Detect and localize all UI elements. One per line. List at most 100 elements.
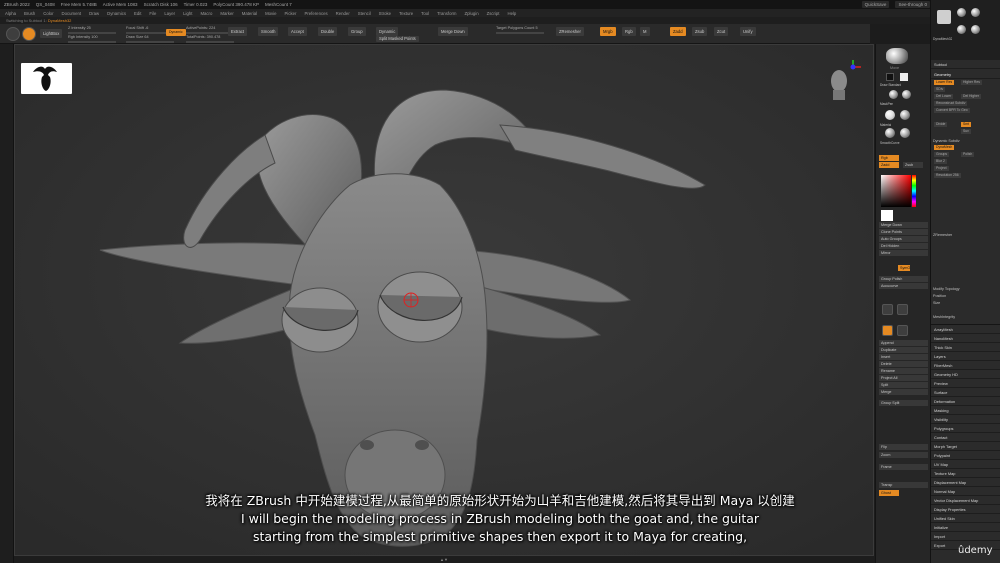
menu-preferences[interactable]: Preferences bbox=[304, 11, 327, 16]
insert-button[interactable]: Insert bbox=[879, 354, 928, 360]
menu-dynamics[interactable]: Dynamics bbox=[107, 11, 126, 16]
smoothcurve-icon[interactable] bbox=[885, 128, 895, 138]
menu-movie[interactable]: Movie bbox=[265, 11, 276, 16]
menu-material[interactable]: Material bbox=[242, 11, 257, 16]
orientation-head-icon[interactable] bbox=[827, 59, 863, 109]
polymesh-thumb-icon[interactable] bbox=[957, 25, 966, 34]
cylinder-thumb-icon[interactable] bbox=[971, 8, 980, 17]
alpha-thumb-icon[interactable] bbox=[886, 73, 894, 81]
zcut-button[interactable]: Zcut bbox=[714, 27, 729, 36]
dynamic-toggle[interactable]: Dynamic bbox=[166, 29, 186, 36]
dynamesh-thumb-icon[interactable] bbox=[937, 10, 951, 24]
extract-button[interactable]: Extract bbox=[228, 27, 248, 36]
rgb-intensity-slider[interactable]: Rgb Intensity 100 bbox=[68, 35, 116, 43]
menu-zscript[interactable]: Zscript bbox=[487, 11, 500, 16]
panel-texture-map[interactable]: Texture Map bbox=[931, 469, 1000, 478]
menu-marker[interactable]: Marker bbox=[220, 11, 233, 16]
sdiv-slider[interactable]: SDiv bbox=[934, 87, 946, 92]
lightbox-button[interactable]: LightBox bbox=[40, 29, 63, 38]
meshintegrity-header[interactable]: MeshIntegrity bbox=[933, 314, 955, 320]
matcap-grey-icon[interactable] bbox=[900, 110, 910, 120]
canvas-viewport[interactable] bbox=[14, 44, 874, 556]
menu-brush[interactable]: Brush bbox=[24, 11, 35, 16]
mrgb-button[interactable]: Mrgb bbox=[600, 27, 616, 36]
panel-fibermesh[interactable]: FiberMesh bbox=[931, 361, 1000, 370]
menu-layer[interactable]: Layer bbox=[164, 11, 175, 16]
group-button[interactable]: Group bbox=[348, 27, 366, 36]
panel-visibility[interactable]: Visibility bbox=[931, 415, 1000, 424]
quicksave-button[interactable]: QuickSave bbox=[861, 1, 890, 8]
smooth-button[interactable]: Smooth bbox=[258, 27, 279, 36]
panel-normal-map[interactable]: Normal Map bbox=[931, 487, 1000, 496]
merge-down-tray-button[interactable]: Merge Down bbox=[879, 222, 928, 228]
panel-arraymesh[interactable]: ArrayMesh bbox=[931, 325, 1000, 334]
matcap-white-icon[interactable] bbox=[885, 110, 895, 120]
menu-draw[interactable]: Draw bbox=[89, 11, 99, 16]
zsub-button[interactable]: Zsub bbox=[692, 27, 708, 36]
delete-button[interactable]: Delete bbox=[879, 361, 928, 367]
accucurve-button[interactable]: Accucurve bbox=[879, 283, 928, 289]
edit-mode-icon[interactable] bbox=[6, 27, 20, 41]
menu-alpha[interactable]: Alpha bbox=[5, 11, 16, 16]
zsub-toggle[interactable]: Zsub bbox=[903, 162, 923, 168]
dynamic-button[interactable]: Dynamic bbox=[376, 27, 399, 36]
transform-tray-icon[interactable] bbox=[897, 325, 908, 336]
double-button[interactable]: Double bbox=[318, 27, 338, 36]
size-header[interactable]: Size bbox=[933, 300, 940, 306]
panel-masking[interactable]: Masking bbox=[931, 406, 1000, 415]
target-polygons-slider[interactable]: Target Polygons Count 5 bbox=[496, 26, 544, 34]
rename-button[interactable]: Rename bbox=[879, 368, 928, 374]
panel-layers[interactable]: Layers bbox=[931, 352, 1000, 361]
zremesher-header[interactable]: ZRemesher bbox=[933, 232, 952, 238]
merge-button[interactable]: Merge bbox=[879, 389, 928, 395]
main-color-swatch[interactable] bbox=[881, 210, 893, 221]
split-button[interactable]: Split bbox=[879, 382, 928, 388]
merge-down-button[interactable]: Merge Down bbox=[438, 27, 468, 36]
menu-file[interactable]: File bbox=[149, 11, 156, 16]
group-polish-button[interactable]: Group Polish bbox=[879, 276, 928, 282]
m-button[interactable]: M bbox=[640, 27, 650, 36]
menu-picker[interactable]: Picker bbox=[285, 11, 297, 16]
clone-points-button[interactable]: Clone Points bbox=[879, 229, 928, 235]
rgb-button[interactable]: Rgb bbox=[622, 27, 636, 36]
unify-button[interactable]: Unify bbox=[740, 27, 756, 36]
del-hidden-button[interactable]: Del Hidden bbox=[879, 243, 928, 249]
menu-color[interactable]: Color bbox=[43, 11, 53, 16]
zremesher-button[interactable]: ZRemesher bbox=[556, 27, 584, 36]
current-brush-icon[interactable] bbox=[886, 48, 908, 64]
resolution-slider[interactable]: Resolution 256 bbox=[934, 173, 961, 178]
menu-render[interactable]: Render bbox=[336, 11, 350, 16]
project-toggle[interactable]: Project bbox=[934, 166, 949, 171]
reconstruct-subdiv-button[interactable]: Reconstruct Subdiv bbox=[934, 101, 968, 106]
panel-initialize[interactable]: Initialize bbox=[931, 523, 1000, 532]
smt-toggle[interactable]: Smt bbox=[961, 122, 972, 127]
simple-brush-thumb-icon[interactable] bbox=[971, 25, 980, 34]
seethrough-slider[interactable]: See-through 0 bbox=[895, 1, 930, 8]
zoom-button[interactable]: Zoom bbox=[879, 452, 928, 458]
menu-stroke[interactable]: Stroke bbox=[379, 11, 391, 16]
zadd-toggle[interactable]: Zadd bbox=[879, 162, 899, 168]
split-masked-button[interactable]: Split Masked Points bbox=[376, 36, 419, 42]
draw-mode-icon[interactable] bbox=[22, 27, 36, 41]
flip-button[interactable]: Flip bbox=[879, 444, 928, 450]
menu-edit[interactable]: Edit bbox=[134, 11, 141, 16]
transp-button[interactable]: Transp bbox=[879, 482, 928, 488]
color-picker[interactable] bbox=[881, 175, 911, 207]
ghost-toggle[interactable]: Ghost bbox=[879, 490, 899, 496]
panel-import[interactable]: Import bbox=[931, 532, 1000, 541]
menu-tool[interactable]: Tool bbox=[421, 11, 429, 16]
menu-zplugin[interactable]: Zplugin bbox=[464, 11, 478, 16]
menu-texture[interactable]: Texture bbox=[399, 11, 413, 16]
edit-tray-icon[interactable] bbox=[882, 304, 893, 315]
polish-toggle[interactable]: Polish bbox=[961, 152, 975, 157]
hue-strip[interactable] bbox=[912, 175, 916, 207]
projection-tray-icon[interactable] bbox=[882, 325, 893, 336]
append-button[interactable]: Append bbox=[879, 340, 928, 346]
panel-surface[interactable]: Surface bbox=[931, 388, 1000, 397]
menu-help[interactable]: Help bbox=[507, 11, 516, 16]
panel-displacement-map[interactable]: Displacement Map bbox=[931, 478, 1000, 487]
panel-preview[interactable]: Preview bbox=[931, 379, 1000, 388]
panel-deformation[interactable]: Deformation bbox=[931, 397, 1000, 406]
modify-topology-header[interactable]: Modify Topology bbox=[933, 286, 960, 292]
texture-thumb-icon[interactable] bbox=[900, 73, 908, 81]
